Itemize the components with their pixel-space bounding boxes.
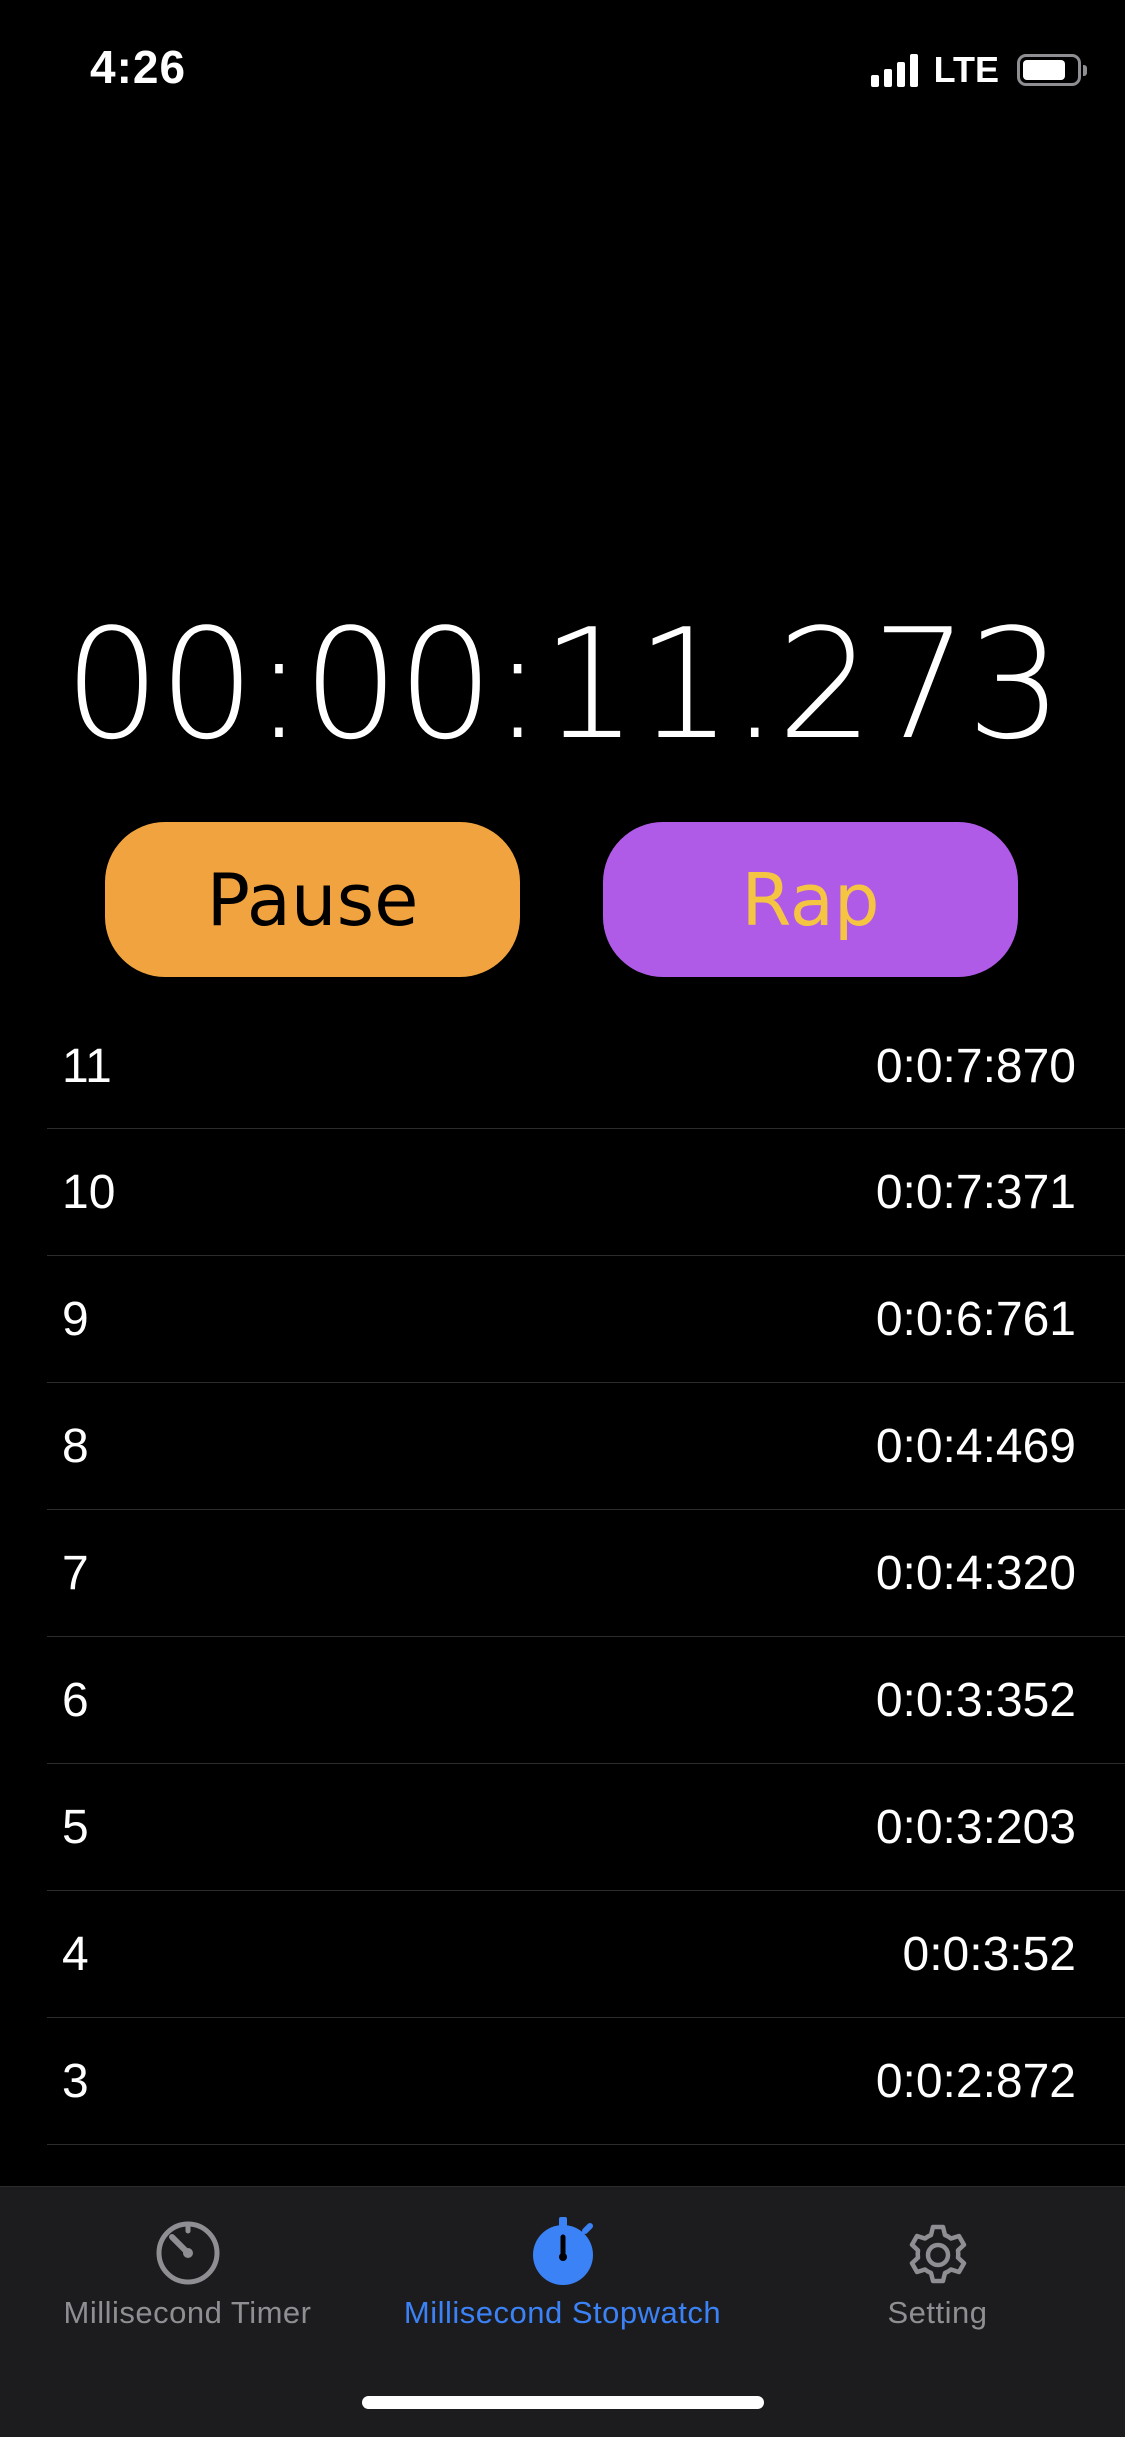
battery-icon <box>1017 54 1087 86</box>
lap-row: 10 0:0:7:371 <box>47 1129 1125 1256</box>
network-type: LTE <box>933 49 999 90</box>
status-indicators: LTE <box>870 48 1087 92</box>
lap-number: 3 <box>62 2054 89 2108</box>
tab-label: Millisecond Stopwatch <box>403 2295 722 2330</box>
lap-time: 0:0:3:352 <box>875 1673 1076 1727</box>
home-indicator[interactable] <box>362 2396 764 2409</box>
lap-time: 0:0:3:52 <box>902 1927 1076 1981</box>
lap-row: 9 0:0:6:761 <box>47 1256 1125 1383</box>
lap-list[interactable]: 11 0:0:7:870 10 0:0:7:371 9 0:0:6:761 8 … <box>47 1021 1125 2186</box>
lap-time: 0:0:6:761 <box>875 1292 1076 1346</box>
lap-time: 0:0:4:320 <box>875 1546 1076 1600</box>
lap-time: 0:0:4:469 <box>875 1419 1076 1473</box>
gear-icon <box>909 2224 966 2284</box>
tab-millisecond-stopwatch[interactable]: Millisecond Stopwatch <box>375 2215 750 2331</box>
lap-time: 0:0:3:203 <box>875 1800 1076 1854</box>
rap-button[interactable]: Rap <box>603 822 1018 977</box>
lap-row: 7 0:0:4:320 <box>47 1510 1125 1637</box>
stopwatch-display: 00:00:11.273 <box>63 596 1063 773</box>
lap-row: 3 0:0:2:872 <box>47 2018 1125 2145</box>
pause-button[interactable]: Pause <box>105 822 520 977</box>
lap-number: 7 <box>62 1546 89 1600</box>
lap-time: 0:0:2:872 <box>875 2054 1076 2108</box>
lap-number: 8 <box>62 1419 89 1473</box>
lap-row: 6 0:0:3:352 <box>47 1637 1125 1764</box>
lap-row: 5 0:0:3:203 <box>47 1764 1125 1891</box>
tab-setting[interactable]: Setting <box>750 2215 1125 2331</box>
lap-number: 10 <box>62 1165 116 1219</box>
lap-number: 5 <box>62 1800 89 1854</box>
lap-row: 8 0:0:4:469 <box>47 1383 1125 1510</box>
battery-level <box>1023 60 1065 80</box>
tab-label: Millisecond Timer <box>63 2295 312 2330</box>
status-time: 4:26 <box>90 41 187 93</box>
lap-row: 4 0:0:3:52 <box>47 1891 1125 2018</box>
lap-number: 9 <box>62 1292 89 1346</box>
status-bar: 4:26 LTE <box>0 0 1125 132</box>
stopwatch-icon <box>532 2217 593 2285</box>
timer-icon <box>156 2221 219 2285</box>
tab-millisecond-timer[interactable]: Millisecond Timer <box>0 2215 375 2331</box>
lap-row: 11 0:0:7:870 <box>47 1021 1125 1129</box>
lap-time: 0:0:7:371 <box>875 1165 1076 1219</box>
lap-number: 6 <box>62 1673 89 1727</box>
lap-number: 4 <box>62 1927 89 1981</box>
tab-label: Setting <box>887 2295 988 2330</box>
signal-strength-icon <box>870 53 918 87</box>
lap-time: 0:0:7:870 <box>875 1040 1076 1093</box>
lap-number: 11 <box>62 1040 112 1093</box>
